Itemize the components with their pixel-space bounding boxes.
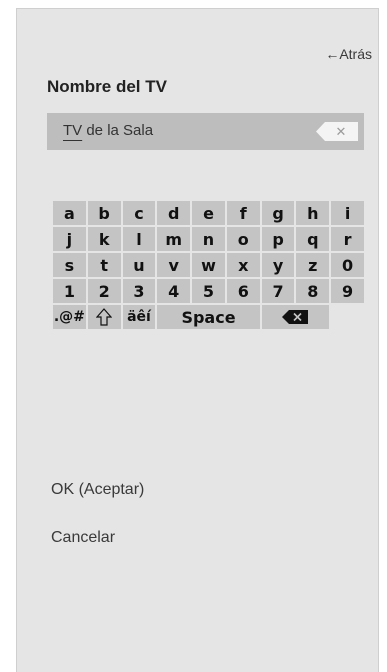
key-j[interactable]: j [53,227,86,251]
key-f[interactable]: f [226,201,260,225]
key-z[interactable]: z [296,253,330,277]
key-m[interactable]: m [157,227,191,251]
key-t[interactable]: t [87,253,121,277]
key-0[interactable]: 0 [331,253,364,277]
key-6[interactable]: 6 [226,279,260,303]
symbols-key[interactable]: .@# [53,305,86,329]
key-v[interactable]: v [157,253,191,277]
back-button[interactable]: ←Atrás [325,46,372,62]
shift-key[interactable] [87,305,121,329]
key-h[interactable]: h [296,201,330,225]
key-c[interactable]: c [122,201,156,225]
key-p[interactable]: p [261,227,295,251]
close-icon: ✕ [335,123,347,139]
key-1[interactable]: 1 [53,279,86,303]
on-screen-keyboard: a b c d e f g h i j k l m n o p q r s t u v w x y z 0 1 2 3 4 5 6 7 8 9 .@# ä… [53,201,364,329]
input-value-rest: de la Sala [82,122,154,139]
accents-key[interactable]: äêí [122,305,156,329]
key-8[interactable]: 8 [296,279,330,303]
key-a[interactable]: a [53,201,86,225]
key-n[interactable]: n [192,227,225,251]
key-d[interactable]: d [157,201,191,225]
key-u[interactable]: u [122,253,156,277]
shift-arrow-icon [96,308,113,326]
key-b[interactable]: b [87,201,121,225]
key-l[interactable]: l [122,227,156,251]
key-s[interactable]: s [53,253,86,277]
ok-button[interactable]: OK (Aceptar) [51,481,144,499]
key-4[interactable]: 4 [157,279,191,303]
dialog-panel: ←Atrás Nombre del TV TV de la Sala ✕ abc… [16,8,379,672]
input-cursor-segment: TV [63,122,83,139]
key-2[interactable]: 2 [87,279,121,303]
backspace-key[interactable] [261,305,330,329]
key-q[interactable]: q [296,227,330,251]
space-key[interactable]: Space [157,305,260,329]
page-title: Nombre del TV [47,77,167,96]
key-9[interactable]: 9 [331,279,364,303]
key-o[interactable]: o [226,227,260,251]
key-x[interactable]: x [226,253,260,277]
clear-input-button[interactable]: ✕ [316,122,358,141]
key-3[interactable]: 3 [122,279,156,303]
key-e[interactable]: e [192,201,225,225]
backspace-icon [282,310,309,324]
key-k[interactable]: k [87,227,121,251]
tv-name-value: TV de la Sala [63,122,153,139]
tv-name-input[interactable]: TV de la Sala ✕ [47,113,364,150]
cancel-button[interactable]: Cancelar [51,529,115,547]
key-g[interactable]: g [261,201,295,225]
key-5[interactable]: 5 [192,279,225,303]
key-r[interactable]: r [331,227,364,251]
key-w[interactable]: w [192,253,225,277]
key-y[interactable]: y [261,253,295,277]
key-i[interactable]: i [331,201,364,225]
key-7[interactable]: 7 [261,279,295,303]
